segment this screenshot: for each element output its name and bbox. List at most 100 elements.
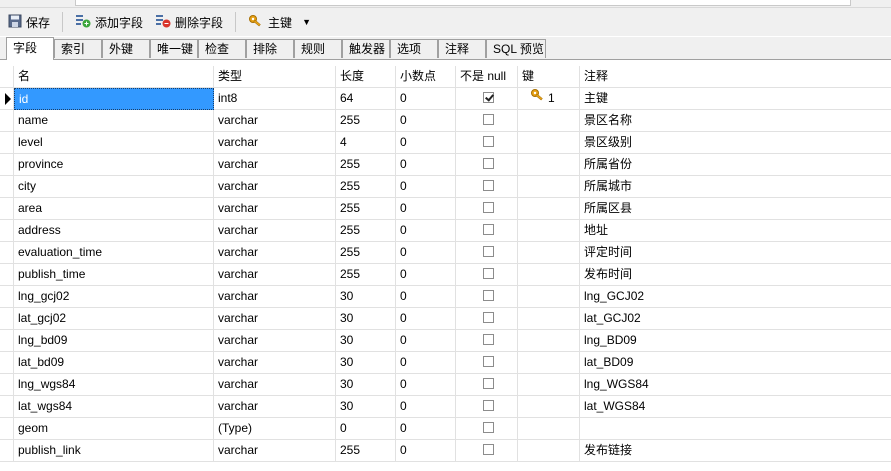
tab-indexes[interactable]: 索引 [54,39,102,58]
row-indicator[interactable] [0,418,14,440]
row-indicator[interactable] [0,308,14,330]
column-header-key[interactable]: 键 [518,66,580,88]
tab-excludes[interactable]: 排除 [246,39,294,58]
tab-unique-keys[interactable]: 唯一键 [150,39,198,58]
table-row[interactable]: publish_time varchar 255 0 发布时间 [0,264,891,286]
field-name-cell[interactable]: level [14,132,214,154]
field-name-cell[interactable]: geom [14,418,214,440]
not-null-checkbox[interactable] [483,136,494,147]
field-comment-cell[interactable]: lat_GCJ02 [580,308,891,330]
field-comment-cell[interactable]: lng_WGS84 [580,374,891,396]
field-type-cell[interactable]: varchar [214,286,336,308]
field-type-cell[interactable]: varchar [214,374,336,396]
field-comment-cell[interactable]: 发布时间 [580,264,891,286]
field-key-cell[interactable] [518,132,580,154]
field-length-cell[interactable]: 4 [336,132,396,154]
field-decimals-cell[interactable]: 0 [396,330,456,352]
field-comment-cell[interactable] [580,418,891,440]
field-type-cell[interactable]: varchar [214,220,336,242]
field-key-cell[interactable] [518,154,580,176]
field-name-cell[interactable]: address [14,220,214,242]
field-name-cell[interactable]: province [14,154,214,176]
field-length-cell[interactable]: 0 [336,418,396,440]
field-comment-cell[interactable]: 地址 [580,220,891,242]
not-null-checkbox[interactable] [483,114,494,125]
field-name-cell[interactable]: lat_wgs84 [14,396,214,418]
field-key-cell[interactable]: 1 [518,88,580,110]
not-null-checkbox[interactable] [483,268,494,279]
field-comment-cell[interactable]: lng_BD09 [580,330,891,352]
field-key-cell[interactable] [518,418,580,440]
primary-key-button[interactable]: 主键 ▼ [244,11,315,33]
field-comment-cell[interactable]: lat_WGS84 [580,396,891,418]
row-indicator[interactable] [0,264,14,286]
field-name-cell[interactable]: city [14,176,214,198]
field-length-cell[interactable]: 255 [336,110,396,132]
field-name-cell[interactable]: lat_bd09 [14,352,214,374]
field-comment-cell[interactable]: 评定时间 [580,242,891,264]
field-key-cell[interactable] [518,110,580,132]
row-indicator[interactable] [0,286,14,308]
field-type-cell[interactable]: varchar [214,264,336,286]
column-header-type[interactable]: 类型 [214,66,336,88]
table-row[interactable]: geom (Type) 0 0 [0,418,891,440]
field-type-cell[interactable]: varchar [214,440,336,462]
field-name-cell[interactable]: evaluation_time [14,242,214,264]
field-comment-cell[interactable]: 所属城市 [580,176,891,198]
field-decimals-cell[interactable]: 0 [396,110,456,132]
field-name-cell[interactable]: publish_link [14,440,214,462]
not-null-checkbox[interactable] [483,92,494,103]
field-name-cell[interactable]: id [14,88,214,110]
tab-foreign-keys[interactable]: 外键 [102,39,150,58]
field-decimals-cell[interactable]: 0 [396,242,456,264]
field-key-cell[interactable] [518,264,580,286]
table-row[interactable]: id int8 64 0 1 主键 [0,88,891,110]
field-length-cell[interactable]: 255 [336,154,396,176]
row-indicator[interactable] [0,242,14,264]
field-comment-cell[interactable]: 景区名称 [580,110,891,132]
field-type-cell[interactable]: varchar [214,132,336,154]
field-decimals-cell[interactable]: 0 [396,132,456,154]
field-type-cell[interactable]: varchar [214,176,336,198]
row-indicator[interactable] [0,132,14,154]
row-indicator[interactable] [0,374,14,396]
field-length-cell[interactable]: 255 [336,198,396,220]
table-row[interactable]: lng_gcj02 varchar 30 0 lng_GCJ02 [0,286,891,308]
table-row[interactable]: level varchar 4 0 景区级别 [0,132,891,154]
field-type-cell[interactable]: (Type) [214,418,336,440]
row-indicator[interactable] [0,352,14,374]
table-row[interactable]: publish_link varchar 255 0 发布链接 [0,440,891,462]
table-row[interactable]: province varchar 255 0 所属省份 [0,154,891,176]
row-indicator[interactable] [0,330,14,352]
column-header-comment[interactable]: 注释 [580,66,891,88]
field-key-cell[interactable] [518,198,580,220]
field-key-cell[interactable] [518,220,580,242]
row-indicator[interactable] [0,440,14,462]
field-key-cell[interactable] [518,242,580,264]
field-decimals-cell[interactable]: 0 [396,352,456,374]
field-length-cell[interactable]: 30 [336,396,396,418]
table-row[interactable]: name varchar 255 0 景区名称 [0,110,891,132]
field-length-cell[interactable]: 30 [336,352,396,374]
field-decimals-cell[interactable]: 0 [396,154,456,176]
field-key-cell[interactable] [518,176,580,198]
column-header-decimals[interactable]: 小数点 [396,66,456,88]
field-length-cell[interactable]: 255 [336,264,396,286]
row-indicator[interactable] [0,154,14,176]
field-comment-cell[interactable]: lng_GCJ02 [580,286,891,308]
row-indicator[interactable] [0,396,14,418]
not-null-checkbox[interactable] [483,334,494,345]
field-length-cell[interactable]: 30 [336,374,396,396]
field-name-cell[interactable]: lng_gcj02 [14,286,214,308]
field-length-cell[interactable]: 255 [336,242,396,264]
field-key-cell[interactable] [518,374,580,396]
field-decimals-cell[interactable]: 0 [396,374,456,396]
add-field-button[interactable]: 添加字段 [71,11,147,33]
tab-comment[interactable]: 注释 [438,39,486,58]
not-null-checkbox[interactable] [483,224,494,235]
field-type-cell[interactable]: varchar [214,330,336,352]
field-name-cell[interactable]: lng_wgs84 [14,374,214,396]
field-key-cell[interactable] [518,286,580,308]
field-name-cell[interactable]: area [14,198,214,220]
table-row[interactable]: lng_bd09 varchar 30 0 lng_BD09 [0,330,891,352]
